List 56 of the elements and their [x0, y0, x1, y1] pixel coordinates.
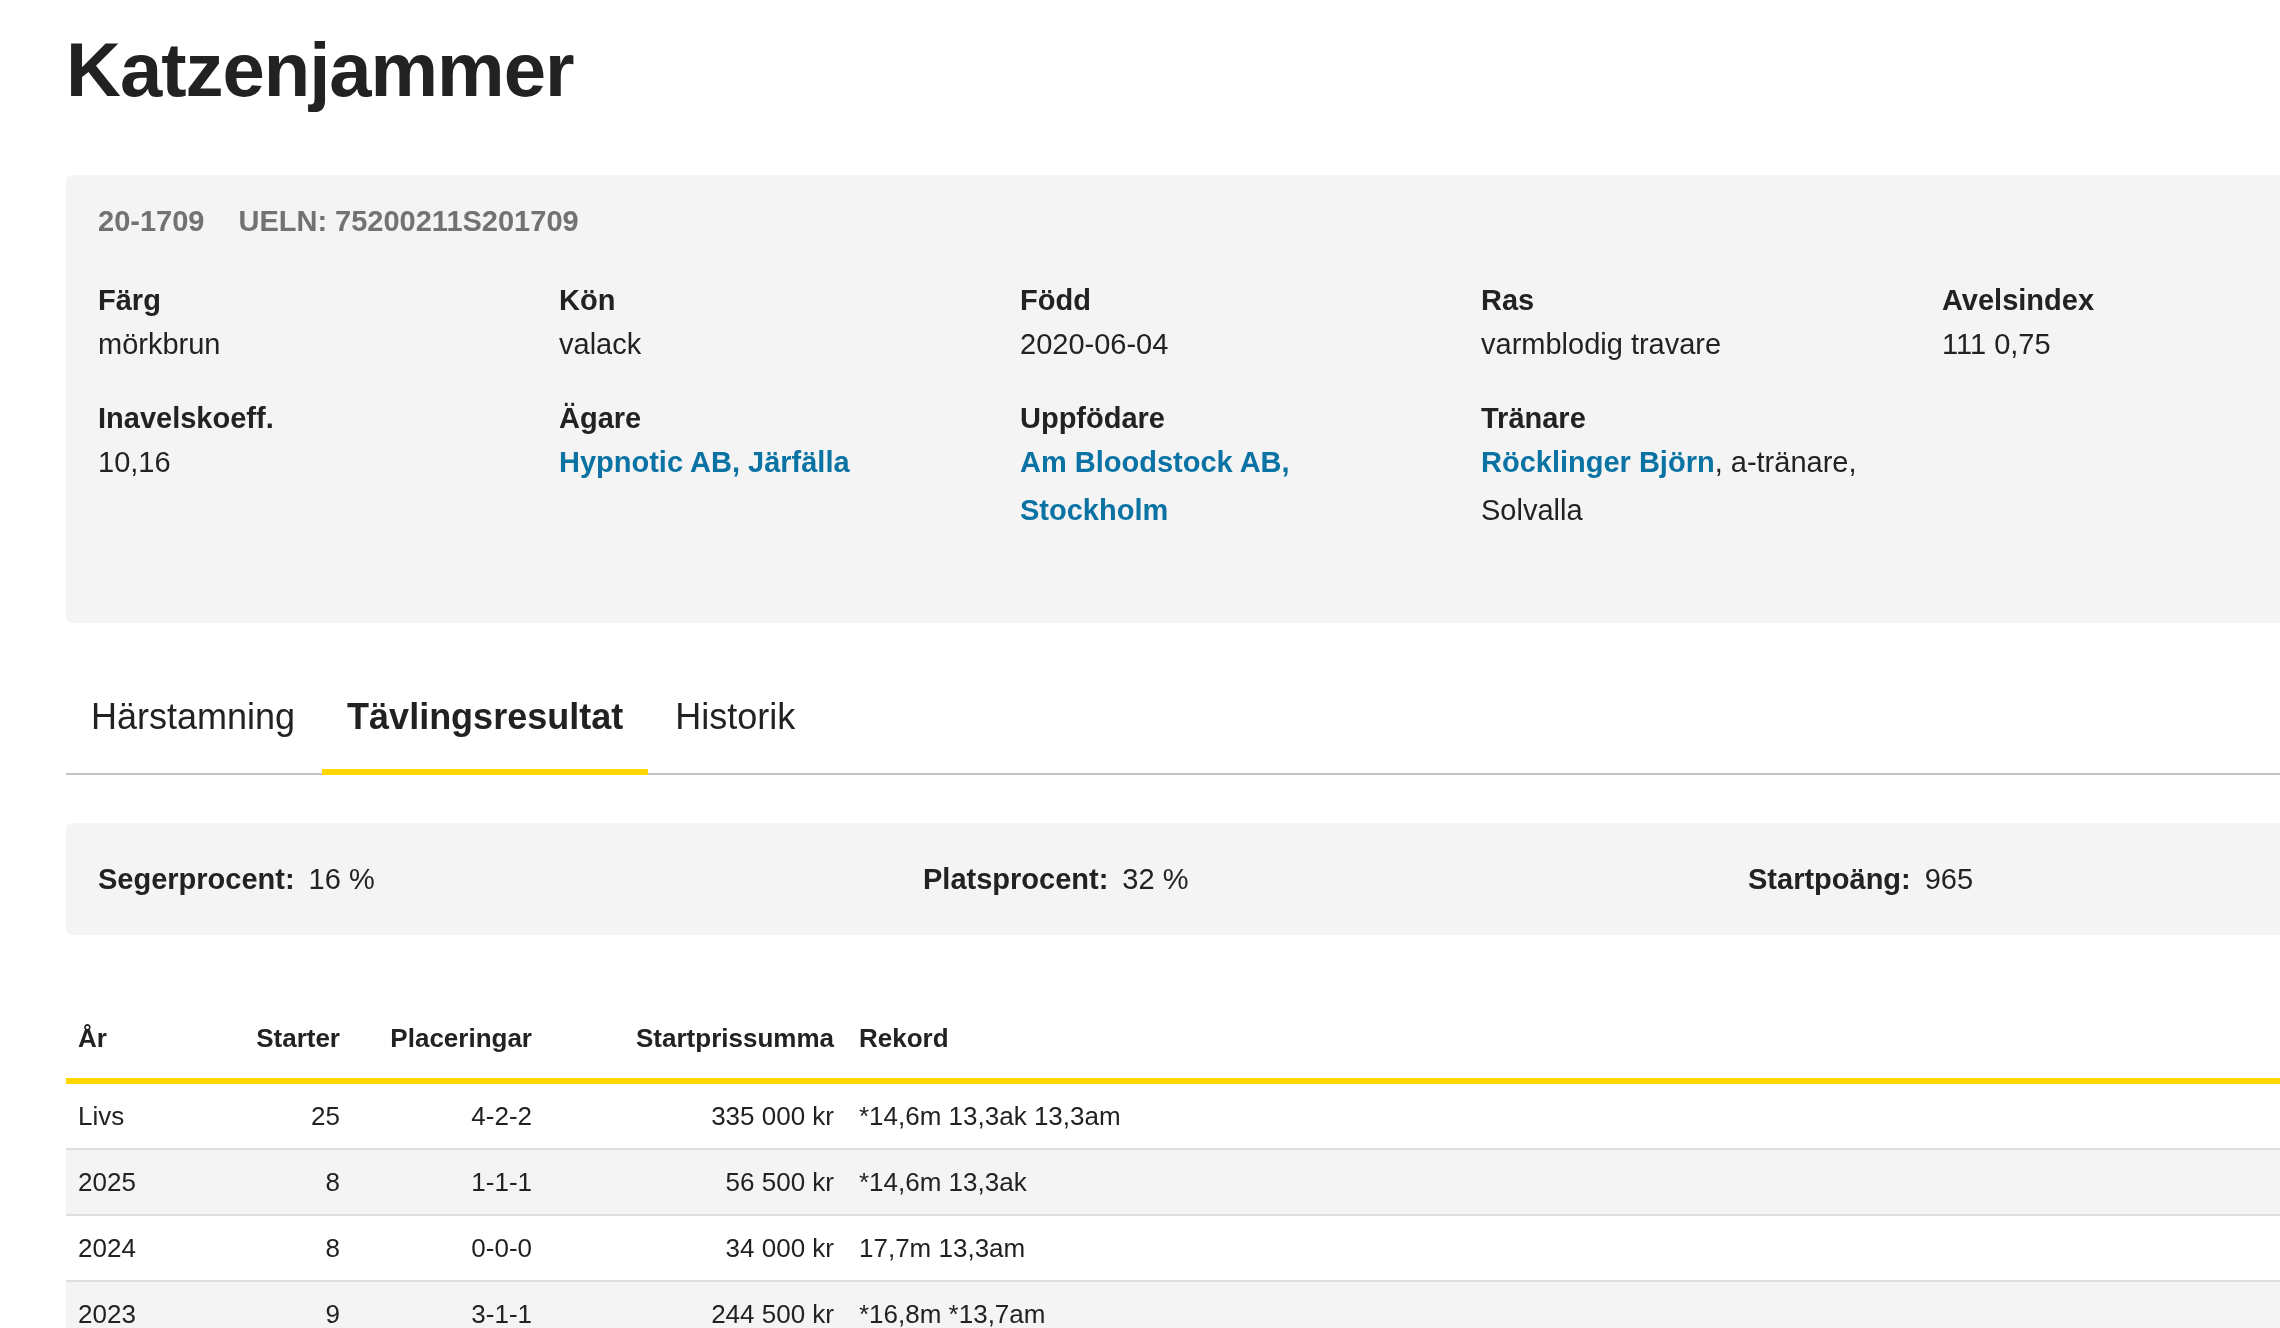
stat-label: Segerprocent: — [98, 862, 295, 896]
field-label: Ras — [1481, 283, 1536, 318]
field-link[interactable]: Röcklinger Björn — [1481, 446, 1715, 478]
placings-cell: 0-0-0 — [471, 1232, 532, 1263]
starts-cell: 25 — [311, 1100, 340, 1131]
field-value: 2020-06-04 — [1020, 327, 1170, 362]
stat-label: Platsprocent: — [923, 862, 1109, 896]
field-label: Uppfödare — [1020, 401, 1166, 436]
column-header: Rekord — [859, 1023, 949, 1053]
record-cell: *16,8m *13,7am — [859, 1298, 1046, 1328]
horse-id: 20-1709 — [98, 205, 205, 238]
record-cell: 17,7m 13,3am — [859, 1232, 1026, 1263]
page-title: Katzenjammer — [66, 26, 575, 114]
tab[interactable]: Tävlingsresultat — [322, 665, 649, 775]
field-label: Färg — [98, 283, 162, 318]
field-label: Avelsindex — [1942, 283, 2096, 318]
record-cell: *14,6m 13,3ak — [859, 1166, 1027, 1197]
field-value: mörkbrun — [98, 327, 222, 362]
field-label: Kön — [559, 283, 617, 318]
column-header: Startprissumma — [636, 1023, 834, 1053]
field-value: varmblodig travare — [1481, 327, 1723, 362]
starts-cell: 9 — [325, 1298, 340, 1328]
starts-cell: 8 — [325, 1166, 340, 1197]
field-value: 10,16 — [98, 445, 172, 480]
stat-label: Startpoäng: — [1748, 862, 1911, 896]
tab[interactable]: Härstamning — [66, 665, 321, 775]
prize-cell: 56 500 kr — [725, 1166, 834, 1197]
column-header: Starter — [256, 1023, 340, 1053]
year-cell: Livs — [78, 1100, 125, 1131]
prize-cell: 335 000 kr — [711, 1100, 834, 1131]
column-header: År — [78, 1023, 107, 1053]
year-cell: 2023 — [78, 1298, 136, 1328]
field-link[interactable]: Am Bloodstock AB, Stockholm — [1020, 438, 1320, 534]
field-label: Född — [1020, 283, 1092, 318]
field-label: Inavelskoeff. — [98, 401, 275, 436]
stat-value: 965 — [1924, 862, 1974, 896]
placings-cell: 3-1-1 — [471, 1298, 532, 1328]
horse-id: UELN: 75200211S201709 — [238, 205, 579, 238]
field-value: Röcklinger Björn, a-tränare, Solvalla — [1481, 445, 1858, 528]
field-label: Tränare — [1481, 401, 1587, 436]
year-cell: 2024 — [78, 1232, 136, 1263]
stat-value: 16 % — [308, 862, 375, 896]
field-label: Ägare — [559, 401, 643, 436]
prize-cell: 34 000 kr — [725, 1232, 834, 1263]
year-cell: 2025 — [78, 1166, 136, 1197]
field-link[interactable]: Hypnotic AB, Järfälla — [559, 438, 850, 486]
tab[interactable]: Historik — [650, 665, 821, 775]
field-value: valack — [559, 327, 643, 362]
record-cell: *14,6m 13,3ak 13,3am — [859, 1100, 1121, 1131]
starts-cell: 8 — [325, 1232, 340, 1263]
field-value: 111 0,75 — [1942, 327, 2052, 362]
stat-value: 32 % — [1122, 862, 1189, 896]
prize-cell: 244 500 kr — [711, 1298, 834, 1328]
placings-cell: 1-1-1 — [471, 1166, 532, 1197]
placings-cell: 4-2-2 — [471, 1100, 532, 1131]
column-header: Placeringar — [390, 1023, 532, 1053]
